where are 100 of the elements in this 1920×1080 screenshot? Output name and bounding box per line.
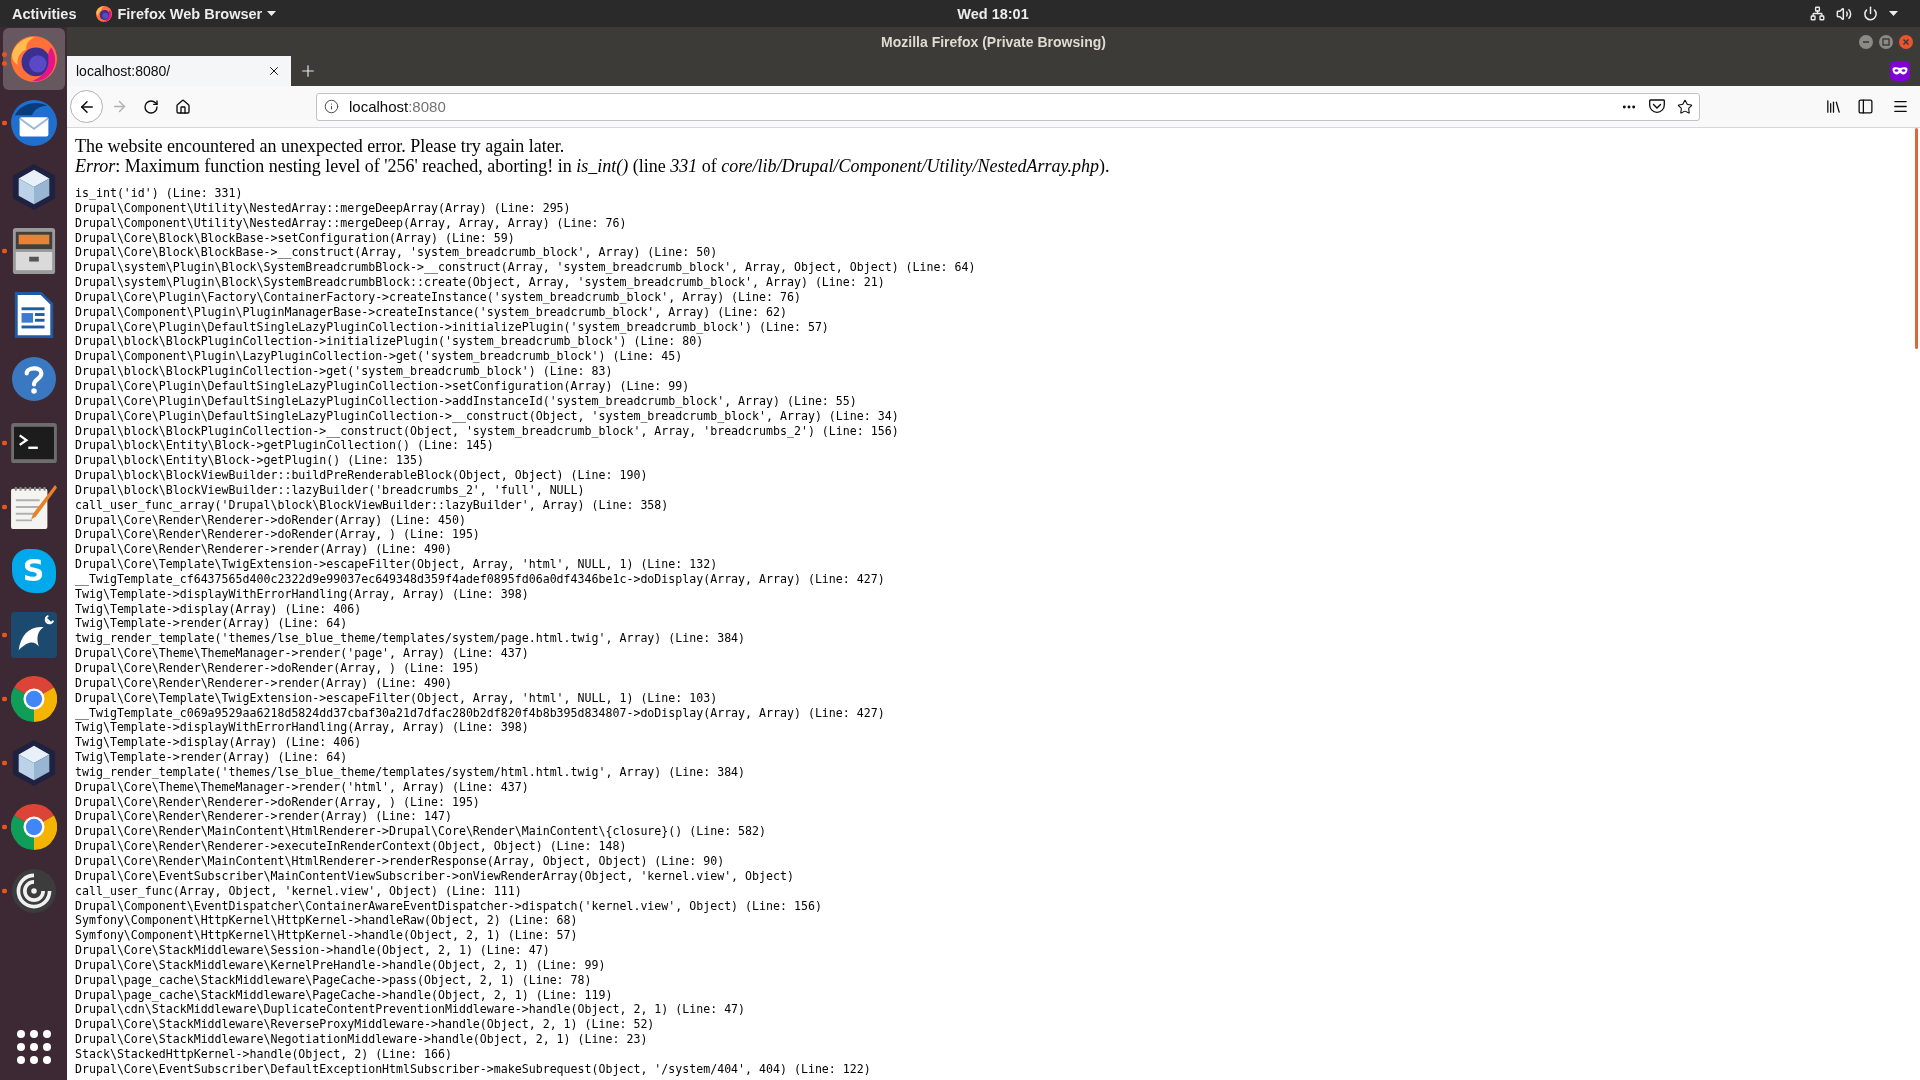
window-title: Mozilla Firefox (Private Browsing) (881, 33, 1106, 50)
spiral-icon[interactable] (11, 869, 56, 913)
backtrace-line: Drupal\Core\Render\MainContent\HtmlRenderer->renderResponse(Array, Object, Object) (Line: 90) (75, 853, 725, 869)
power-icon[interactable] (1863, 6, 1878, 21)
backtrace-line: Drupal\Core\Theme\ThemeManager->render('html', Array) (Line: 437) (75, 779, 529, 795)
backtrace-line: Drupal\Core\Template\TwigExtension->escapeFilter(Object, Array, 'html', NULL, 1) (Line: 132) (75, 557, 718, 572)
backtrace-line: Drupal\Core\Render\Renderer->doRender(Array, ) (Line: 195) (75, 794, 480, 810)
library-icon[interactable] (1824, 98, 1842, 115)
tab[interactable]: localhost:8080/ (67, 56, 291, 86)
close-tab-icon[interactable] (267, 64, 281, 78)
caret-icon (267, 11, 277, 16)
sidebar-icon[interactable] (1856, 98, 1874, 115)
terminal-icon[interactable] (10, 423, 57, 463)
cube-icon[interactable] (10, 164, 57, 210)
backtrace-line: Drupal\block\Entity\Block->getPlugin() (Line: 135) (75, 453, 424, 469)
segmented-circle-icon[interactable] (10, 804, 57, 850)
minimize-icon[interactable] (1859, 34, 1873, 49)
app-grid-icon[interactable] (16, 1030, 51, 1064)
backtrace-line: Drupal\Core\Render\Renderer->executeInRenderContext(Object, Object) (Line: 148) (75, 839, 627, 854)
dock-launcher[interactable] (2, 28, 65, 90)
backtrace-line: Stack\StackedHttpKernel->handle(Object, 2) (Line: 166) (75, 1046, 452, 1062)
backtrace-line: Drupal\Core\Render\Renderer->doRender(Array, ) (Line: 195) (75, 527, 480, 543)
activities-button[interactable]: Activities (12, 5, 77, 22)
backtrace-line: Drupal\block\BlockPluginCollection->initializePlugin('system_breadcrumb_block') (Line: 80) (75, 334, 704, 350)
backtrace-line: Symfony\Component\HttpKernel\HttpKernel->handle(Object, 2, 1) (Line: 57) (75, 928, 578, 944)
back-button[interactable] (70, 90, 103, 123)
scrollbar-thumb[interactable] (1915, 128, 1918, 349)
fin-icon[interactable] (10, 612, 57, 658)
backtrace-line: Twig\Template->displayWithErrorHandling(Array, Array) (Line: 398) (75, 586, 529, 602)
backtrace-line: call_user_func_array('Drupal\block\BlockViewBuilder::lazyBuilder', Array) (Line: 358) (75, 497, 669, 513)
backtrace-line: Drupal\Core\Plugin\DefaultSingleLazyPluginCollection->setConfiguration(Array) (Line: 99) (75, 378, 690, 394)
app-menu[interactable]: Firefox Web Browser (96, 5, 277, 22)
backtrace-line: Twig\Template->display(Array) (Line: 406) (75, 601, 362, 617)
backtrace-line: Drupal\Core\Render\Renderer->render(Array) (Line: 490) (75, 542, 452, 558)
backtrace-line: Drupal\Core\Plugin\DefaultSingleLazyPluginCollection->addInstanceId('system_breadcrumb_block', Array) (Line: 55) (75, 393, 857, 409)
chevron-shield-icon[interactable] (1649, 99, 1665, 114)
backtrace-line: Drupal\Core\Plugin\DefaultSingleLazyPluginCollection->__construct(Object, 'system_breadcrumb_block', Array) (Line: 34) (75, 408, 899, 424)
backtrace-line: Twig\Template->render(Array) (Line: 64) (75, 616, 348, 632)
url-field[interactable]: localhost:8080 (316, 92, 1700, 121)
backtrace-line: Drupal\Core\Theme\ThemeManager->render('page', Array) (Line: 437) (75, 646, 529, 661)
volume-icon[interactable] (1836, 5, 1852, 22)
clock[interactable]: Wed 18:01 (957, 5, 1029, 22)
caret-icon (1889, 11, 1898, 16)
backtrace-line: Drupal\Core\StackMiddleware\NegotiationMiddleware->handle(Object, 2, 1) (Line: 23) (75, 1032, 648, 1047)
flame-globe-icon[interactable] (96, 5, 113, 22)
menu-icon[interactable] (1892, 98, 1909, 115)
help-icon[interactable] (11, 357, 56, 401)
maximize-icon[interactable] (1879, 34, 1893, 49)
backtrace-line: Twig\Template->display(Array) (Line: 406) (75, 735, 362, 751)
backtrace-line: Drupal\Core\StackMiddleware\KernelPreHandle->handle(Object, 2, 1) (Line: 99) (75, 957, 606, 973)
backtrace-line: __TwigTemplate_c069a9529aa6218d5824dd37cbaf30a21d7dfac280b2df820f4b8b395d834807->doDisplay(Array, Array) (Line: 427) (75, 705, 885, 721)
document-icon[interactable] (13, 292, 54, 338)
backtrace-line: Drupal\Core\Render\MainContent\HtmlRenderer->Drupal\Core\Render\MainContent\{closure}() (Line: 582) (75, 824, 767, 840)
backtrace-line: Drupal\system\Plugin\Block\SystemBreadcrumbBlock::create(Object, Array, 'system_breadcrumb_block', Array) (Line: 21) (75, 275, 885, 290)
backtrace-line: Drupal\Core\Render\Renderer->doRender(Array) (Line: 450) (75, 512, 466, 528)
mask-icon[interactable] (1890, 61, 1910, 81)
cube-icon[interactable] (10, 740, 57, 786)
backtrace-line: Drupal\cdn\StackMiddleware\DuplicateContentPreventionMiddleware->handle(Object, 2, 1) (Line: 47) (75, 1002, 746, 1018)
backtrace-line: Drupal\Component\Plugin\LazyPluginCollection->get('system_breadcrumb_block') (Line: 45) (75, 349, 683, 365)
file-cabinet-icon[interactable] (11, 228, 56, 274)
flame-globe-icon[interactable] (10, 36, 57, 82)
error-details: Error: Maximum function nesting level of '256' reached, aborting! in is_int() (line 331 of core/lib/Drupal/Component/Utility/NestedArray.php). (75, 156, 1111, 176)
backtrace-line: Drupal\Core\Block\BlockBase->__construct(Array, 'system_breadcrumb_block', Array) (Line: 50) (75, 245, 718, 261)
backtrace-line: Drupal\Core\Block\BlockBase->setConfiguration(Array) (Line: 59) (75, 230, 515, 246)
envelope-icon[interactable] (10, 100, 57, 146)
backtrace-line: Drupal\block\BlockViewBuilder::lazyBuilder('breadcrumbs_2', 'full', NULL) (75, 482, 585, 498)
notepad-pencil-icon[interactable] (10, 485, 57, 529)
backtrace-line: Drupal\block\BlockPluginCollection->get('system_breadcrumb_block') (Line: 83) (75, 364, 613, 379)
backtrace-line: __TwigTemplate_cf6437565d400c2322d9e99037ec649348d359f4adef0895fd06a0df4346be1c->doDisplay(Array, Array) (Line: 427) (75, 571, 885, 587)
star-icon[interactable] (1677, 98, 1693, 115)
backtrace-line: Drupal\page_cache\StackMiddleware\PageCache->pass(Object, 2, 1) (Line: 78) (75, 972, 592, 988)
backtrace-line: is_int('id') (Line: 331) (75, 186, 243, 201)
backtrace-line: Drupal\Core\Render\Renderer->render(Array) (Line: 147) (75, 809, 452, 825)
info-icon[interactable] (324, 99, 339, 114)
backtrace-line: Drupal\Component\EventDispatcher\ContainerAwareEventDispatcher->dispatch('kernel.view', Object) (Line: 156) (75, 898, 822, 914)
reload-icon[interactable] (143, 98, 159, 115)
backtrace-line: call_user_func(Array, Object, 'kernel.view', Object) (Line: 111) (75, 883, 522, 899)
backtrace-line: Drupal\Core\EventSubscriber\DefaultExceptionHtmlSubscriber->makeSubrequest(Object, '/system/404', 404) (Line: 122) (75, 1061, 871, 1077)
backtrace-line: Twig\Template->displayWithErrorHandling(Array, Array) (Line: 398) (75, 720, 529, 736)
backtrace-line: Twig\Template->render(Array) (Line: 64) (75, 750, 348, 765)
backtrace-line: Drupal\Core\StackMiddleware\ReverseProxyMiddleware->handle(Object, 2, 1) (Line: 52) (75, 1017, 655, 1033)
backtrace-line: twig_render_template('themes/lse_blue_theme/templates/system/page.html.twig', Array) (Line: 384) (75, 631, 746, 647)
network-icon[interactable] (1810, 6, 1825, 21)
backtrace-line: Drupal\Core\StackMiddleware\Session->handle(Object, 2, 1) (Line: 47) (75, 943, 550, 958)
error-message: The website encountered an unexpected error. Please try again later. (75, 136, 566, 156)
new-tab-icon[interactable] (299, 62, 317, 80)
backtrace-line: Drupal\Core\Template\TwigExtension->escapeFilter(Object, Array, 'html', NULL, 1) (Line: 103) (75, 690, 718, 706)
backtrace-line: Drupal\block\Entity\Block->getPluginCollection() (Line: 145) (75, 438, 494, 454)
backtrace-line: Drupal\system\Plugin\Block\SystemBreadcrumbBlock->__construct(Array, 'system_breadcrumb_block', Array, Object, Object) (Line: 64) (75, 260, 976, 276)
backtrace-line: Drupal\block\BlockPluginCollection->__construct(Object, 'system_breadcrumb_block', Array, 'breadcrumbs_2') (Line: 156) (75, 423, 899, 439)
backtrace-line: Drupal\Component\Utility\NestedArray::mergeDeepArray(Array) (Line: 295) (75, 200, 571, 216)
backtrace-line: twig_render_template('themes/lse_blue_theme/templates/system/html.html.twig', Array) (Line: 384) (75, 764, 746, 780)
segmented-circle-icon[interactable] (10, 676, 57, 722)
backtrace-line: Drupal\block\BlockViewBuilder::buildPreRenderableBlock(Object, Object) (Line: 190) (75, 468, 648, 483)
backtrace-line: Drupal\Core\Render\Renderer->doRender(Array, ) (Line: 195) (75, 661, 480, 676)
backtrace-line: Drupal\Core\Plugin\Factory\ContainerFactory->createInstance('system_breadcrumb_block', Array) (Line: 76) (75, 289, 801, 305)
backtrace-line: Drupal\Core\Render\Renderer->render(Array) (Line: 490) (75, 675, 452, 691)
home-icon[interactable] (175, 98, 191, 115)
backtrace-line: Symfony\Component\HttpKernel\HttpKernel->handleRaw(Object, 2) (Line: 68) (75, 913, 578, 929)
close-icon[interactable] (1899, 34, 1913, 49)
